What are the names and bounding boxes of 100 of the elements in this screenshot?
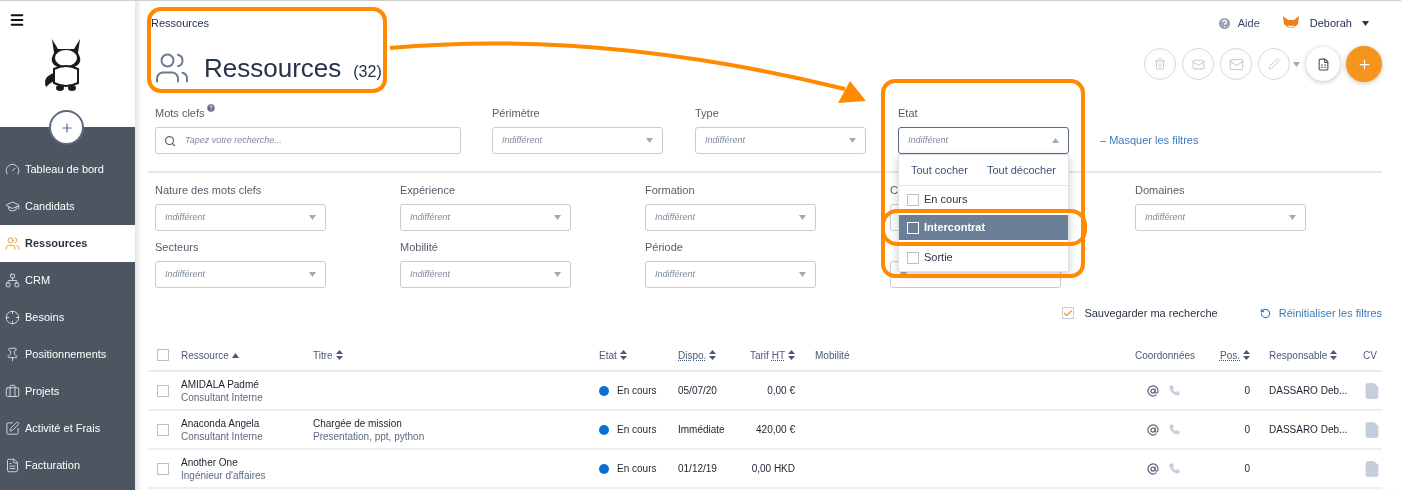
sort-icon[interactable]	[619, 350, 627, 360]
cv-file-icon[interactable]	[1363, 381, 1381, 400]
checkbox[interactable]	[157, 349, 169, 361]
people-icon	[5, 236, 20, 251]
manager-cell-text: DASSARO Deb...	[1269, 384, 1348, 398]
select-field[interactable]: Indifférent	[155, 261, 326, 288]
reset-icon[interactable]	[1259, 307, 1271, 319]
plus-icon	[1356, 56, 1372, 72]
select-field[interactable]: Indifférent	[400, 261, 571, 288]
sort-icon[interactable]	[1243, 350, 1250, 360]
reset-filters-link[interactable]: Réinitialiser les filtres	[1278, 304, 1382, 322]
export-button[interactable]	[1306, 47, 1340, 81]
sort-icon[interactable]	[709, 350, 717, 360]
select-field[interactable]: Indifférent	[492, 127, 663, 154]
select-field[interactable]: Indifférent	[155, 204, 326, 231]
column-header: Coordonnées	[1135, 348, 1196, 363]
hierarchy-icon	[5, 273, 20, 288]
help-icon[interactable]	[1216, 15, 1232, 31]
sort-icon[interactable]	[788, 350, 795, 360]
checkbox[interactable]	[157, 384, 169, 397]
dropdown-option[interactable]: Sortie	[899, 247, 1068, 268]
checkbox[interactable]	[157, 423, 169, 436]
status-text: En cours	[617, 423, 657, 437]
select-field[interactable]: Indifférent	[695, 127, 866, 154]
pencil-icon	[1268, 58, 1280, 70]
column-header[interactable]: Responsable	[1269, 347, 1328, 363]
skills-text: Presentation, ppt, python	[313, 429, 426, 443]
resource-name[interactable]: Anaconda Angela	[181, 416, 313, 430]
column-header[interactable]: Etat	[599, 347, 617, 363]
checkbox[interactable]	[1062, 307, 1075, 319]
column-header[interactable]: Titre	[313, 347, 333, 363]
sidebar-item[interactable]: Candidats	[0, 188, 135, 225]
phone-icon[interactable]	[1169, 385, 1180, 396]
sidebar-item[interactable]: Activité et Frais	[0, 410, 135, 447]
phone-icon[interactable]	[1169, 424, 1180, 435]
avatar-icon[interactable]	[1281, 15, 1300, 31]
column-header[interactable]: Tarif HT	[749, 347, 785, 363]
resource-role: Consultant Interne	[181, 429, 264, 443]
filter-label: Formation	[645, 183, 695, 197]
cv-file-icon[interactable]	[1363, 459, 1381, 478]
availability-cell-text: Immédiate	[678, 423, 725, 437]
sidebar-item[interactable]: Projets	[0, 373, 135, 410]
sort-icon[interactable]	[335, 350, 343, 360]
checkbox[interactable]	[907, 193, 919, 206]
sort-icon[interactable]	[1330, 350, 1338, 360]
user-menu-caret[interactable]	[1362, 20, 1369, 26]
user-name[interactable]: Deborah	[1309, 14, 1352, 32]
check-all-button[interactable]: Tout cocher	[911, 161, 968, 179]
email-icon[interactable]	[1147, 462, 1159, 475]
column-header[interactable]: Dispo.	[678, 347, 707, 363]
checkbox[interactable]	[907, 251, 919, 264]
filter-label: Mots clefs	[155, 106, 205, 120]
plus-icon	[59, 120, 74, 135]
dropdown-option[interactable]: En cours	[899, 187, 1068, 212]
resource-name[interactable]: Another One	[181, 455, 313, 469]
sort-ascending-icon[interactable]	[231, 352, 239, 358]
save-search-label: Sauvegarder ma recherche	[1084, 305, 1218, 321]
filter-label: Nature des mots clefs	[155, 183, 262, 197]
sidebar-item[interactable]: Tableau de bord	[0, 151, 135, 188]
trash-icon	[1154, 58, 1166, 70]
sidebar-item[interactable]: Ressources	[0, 225, 135, 262]
search-field[interactable]: Tapez votre recherche...	[155, 127, 461, 154]
select-field[interactable]: Indifférent	[645, 204, 816, 231]
job-title: Chargée de mission	[313, 416, 403, 430]
select-field[interactable]: Indifférent	[898, 127, 1069, 154]
email-icon[interactable]	[1147, 384, 1159, 397]
filter-label: Expérience	[400, 183, 456, 197]
search-icon	[164, 134, 176, 147]
select-field[interactable]: Indifférent	[1135, 204, 1306, 231]
select-field[interactable]: Indifférent	[400, 204, 571, 231]
breadcrumb[interactable]: Ressources	[148, 17, 382, 30]
select-field[interactable]: Indifférent	[645, 261, 816, 288]
status-text: En cours	[617, 462, 657, 476]
search-input[interactable]: Tapez votre recherche...	[185, 133, 452, 148]
gauge-icon	[5, 162, 20, 177]
help-link[interactable]: Aide	[1237, 14, 1260, 32]
positions-cell-text: 0	[1244, 423, 1250, 437]
menu-icon[interactable]	[9, 12, 25, 28]
resource-name[interactable]: AMIDALA Padmé	[181, 377, 313, 391]
pin-icon	[5, 347, 20, 362]
filter-label: C	[890, 183, 898, 197]
cv-file-icon[interactable]	[1363, 420, 1381, 439]
sidebar-item[interactable]: Facturation	[0, 447, 135, 484]
uncheck-all-button[interactable]: Tout décocher	[986, 161, 1056, 179]
hide-filters-link[interactable]: – Masquer les filtres	[1100, 127, 1199, 154]
column-header[interactable]: Ressource	[181, 347, 229, 363]
rate-cell-text: 0,00 €	[767, 384, 795, 398]
envelope-icon	[1228, 56, 1244, 72]
sidebar-item[interactable]: Positionnements	[0, 336, 135, 373]
dropdown-option[interactable]: Intercontrat	[899, 215, 1068, 240]
help-icon[interactable]	[205, 103, 216, 113]
briefcase-icon	[5, 384, 20, 399]
column-header[interactable]: Pos.	[1220, 347, 1240, 363]
checkbox[interactable]	[157, 462, 169, 475]
filter-label: Période	[645, 240, 683, 254]
sidebar-item[interactable]: Besoins	[0, 299, 135, 336]
email-icon[interactable]	[1147, 423, 1159, 436]
phone-icon[interactable]	[1169, 463, 1180, 474]
sidebar-item[interactable]: CRM	[0, 262, 135, 299]
manager-cell-text: DASSARO Deb...	[1269, 423, 1348, 437]
